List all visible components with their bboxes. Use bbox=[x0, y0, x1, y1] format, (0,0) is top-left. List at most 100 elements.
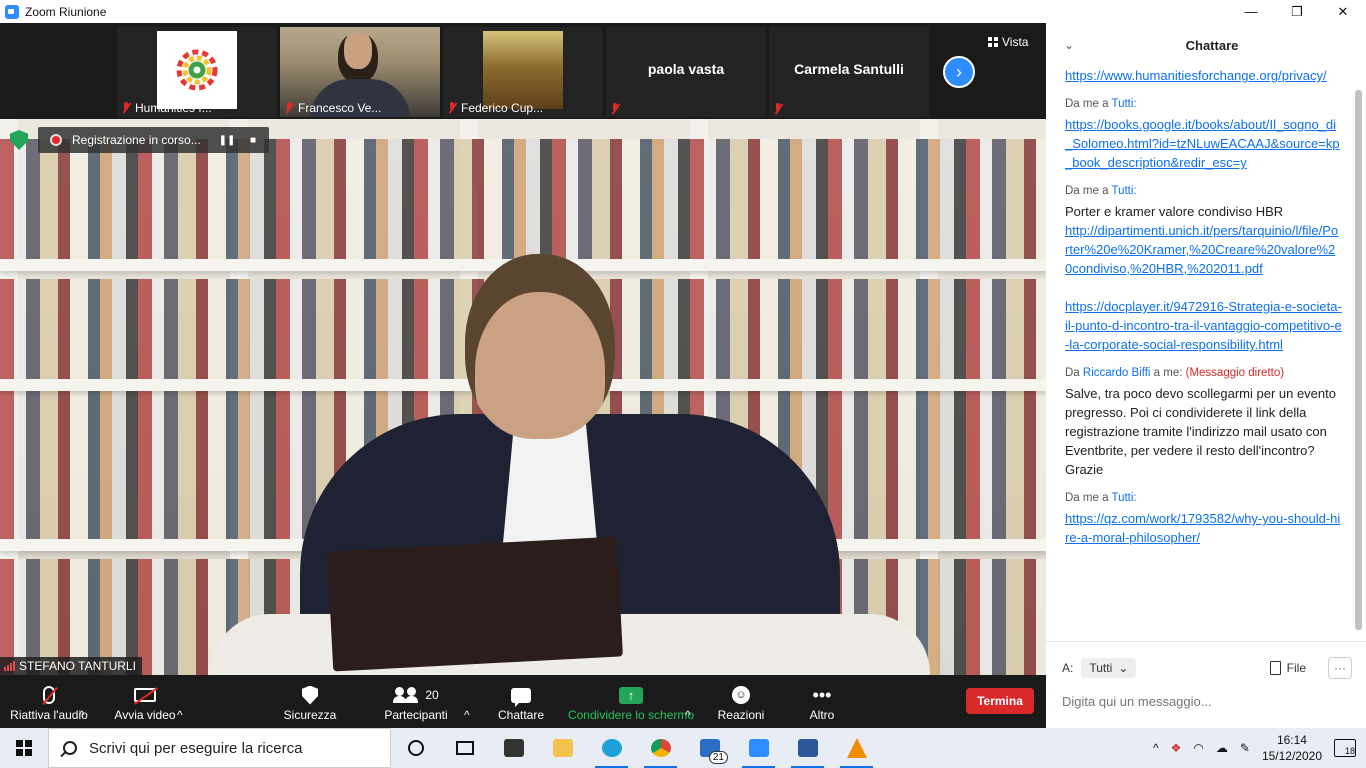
end-meeting-button[interactable]: Termina bbox=[966, 688, 1034, 714]
mail-badge: 21 bbox=[708, 751, 728, 764]
chat-messages[interactable]: https://www.humanitiesforchange.org/priv… bbox=[1046, 63, 1352, 643]
task-view-button[interactable] bbox=[440, 728, 489, 768]
participants-count: 20 bbox=[425, 688, 439, 702]
message-link[interactable]: https://www.humanitiesforchange.org/priv… bbox=[1065, 66, 1342, 85]
participant-thumb-4[interactable]: paola vasta bbox=[606, 27, 766, 117]
mic-muted-icon bbox=[284, 102, 294, 114]
meeting-stage: Humanities f... Francesco Ve... Federico… bbox=[0, 23, 1046, 675]
chevron-right-icon: › bbox=[956, 61, 962, 82]
chrome-app[interactable] bbox=[636, 728, 685, 768]
participant-photo bbox=[483, 31, 563, 109]
video-options-caret[interactable]: ^ bbox=[177, 675, 183, 728]
stop-recording-button[interactable]: ■ bbox=[243, 135, 263, 146]
active-speaker-video: Registrazione in corso... ❚❚ ■ STEFANO T… bbox=[0, 119, 1046, 675]
encryption-shield-icon[interactable] bbox=[10, 130, 28, 150]
message-meta: Da me a Tutti: bbox=[1065, 185, 1137, 197]
chat-scrollbar[interactable] bbox=[1355, 90, 1362, 630]
message-link[interactable]: https://books.google.it/books/about/Il_s… bbox=[1065, 115, 1342, 172]
onedrive-icon[interactable]: ☁ bbox=[1216, 741, 1228, 755]
edge-icon bbox=[601, 739, 622, 757]
chat-message: Da me a Tutti: https://qz.com/work/17935… bbox=[1065, 489, 1342, 547]
mail-app[interactable]: 21 bbox=[685, 728, 734, 768]
participant-display-name: Carmela Santulli bbox=[794, 61, 904, 77]
speaker-name-tag: STEFANO TANTURLI bbox=[0, 657, 142, 675]
mic-muted-icon bbox=[610, 103, 620, 115]
message-link[interactable]: https://qz.com/work/1793582/why-you-shou… bbox=[1065, 509, 1342, 547]
chat-more-button[interactable]: ··· bbox=[1328, 657, 1352, 679]
start-video-button[interactable]: Avvia video bbox=[108, 675, 182, 728]
speaker-figure bbox=[210, 254, 930, 675]
dropbox-icon[interactable]: ❖ bbox=[1171, 741, 1182, 755]
participant-name bbox=[610, 103, 620, 115]
humanities-logo-icon bbox=[176, 49, 218, 91]
taskbar-search[interactable]: Scrivi qui per eseguire la ricerca bbox=[48, 728, 391, 768]
meeting-toolbar: Riattiva l'audio ^ Avvia video ^ Sicurez… bbox=[0, 675, 1046, 728]
vlc-cone-icon bbox=[846, 738, 867, 758]
zoom-app[interactable] bbox=[734, 728, 783, 768]
system-tray: ^ ❖ ◠ ☁ ✎ 16:14 15/12/2020 18 bbox=[1153, 732, 1366, 764]
message-text: Porter e kramer valore condiviso HBR bbox=[1065, 204, 1284, 219]
reactions-button[interactable]: ☺ Reazioni bbox=[714, 675, 768, 728]
security-button[interactable]: Sicurezza bbox=[278, 675, 342, 728]
participant-thumb-2[interactable]: Francesco Ve... bbox=[280, 27, 440, 117]
minimize-button[interactable]: — bbox=[1228, 0, 1274, 23]
share-options-caret[interactable]: ^ bbox=[685, 675, 691, 728]
participants-button[interactable]: 20 Partecipanti bbox=[380, 675, 452, 728]
store-app[interactable] bbox=[489, 728, 538, 768]
participant-name: Humanities f... bbox=[121, 101, 212, 115]
share-screen-button[interactable]: ↑ Condividere lo schermo bbox=[566, 675, 696, 728]
grid-view-icon bbox=[988, 37, 998, 47]
audio-options-caret[interactable]: ^ bbox=[79, 675, 85, 728]
notification-center-button[interactable]: 18 bbox=[1334, 739, 1356, 757]
recipient-row: A: Tutti ⌄ File ··· bbox=[1062, 655, 1352, 681]
smiley-icon: ☺ bbox=[732, 686, 750, 704]
signal-strength-icon bbox=[4, 661, 15, 671]
mic-muted-icon bbox=[447, 102, 457, 114]
mic-muted-icon bbox=[121, 102, 131, 114]
more-dots-icon: ••• bbox=[812, 684, 832, 705]
search-icon bbox=[63, 741, 77, 755]
cortana-button[interactable] bbox=[391, 728, 440, 768]
message-input[interactable] bbox=[1062, 694, 1352, 709]
close-button[interactable]: ✕ bbox=[1320, 0, 1366, 23]
video-off-icon bbox=[134, 688, 156, 702]
message-link[interactable]: http://dipartimenti.unich.it/pers/tarqui… bbox=[1065, 221, 1342, 278]
file-button[interactable]: File bbox=[1269, 661, 1306, 675]
view-button[interactable]: Vista bbox=[988, 35, 1028, 49]
message-link[interactable]: https://docplayer.it/9472916-Strategia-e… bbox=[1065, 297, 1342, 354]
explorer-app[interactable] bbox=[538, 728, 587, 768]
word-app[interactable] bbox=[783, 728, 832, 768]
humanities-logo bbox=[157, 31, 237, 109]
start-button[interactable] bbox=[0, 728, 48, 768]
window-title: Zoom Riunione bbox=[25, 4, 107, 19]
next-page-button[interactable]: › bbox=[943, 56, 975, 88]
word-icon bbox=[797, 739, 818, 757]
recording-dot-icon bbox=[50, 134, 62, 146]
window-controls: — ❐ ✕ bbox=[1228, 0, 1366, 23]
chat-button[interactable]: Chattare bbox=[494, 675, 548, 728]
chat-message: Da me a Tutti: https://books.google.it/b… bbox=[1065, 95, 1342, 172]
participant-thumb-5[interactable]: Carmela Santulli bbox=[769, 27, 929, 117]
more-button[interactable]: ••• Altro bbox=[800, 675, 844, 728]
windows-logo-icon bbox=[16, 740, 32, 756]
show-hidden-icons-button[interactable]: ^ bbox=[1153, 741, 1159, 755]
chat-compose: A: Tutti ⌄ File ··· bbox=[1046, 641, 1366, 728]
participant-thumb-3[interactable]: Federico Cup... bbox=[443, 27, 603, 117]
participant-thumb-1[interactable]: Humanities f... bbox=[117, 27, 277, 117]
recipient-label: A: bbox=[1062, 661, 1074, 675]
folder-icon bbox=[552, 739, 573, 757]
recipient-dropdown[interactable]: Tutti ⌄ bbox=[1081, 658, 1137, 678]
collapse-chevron-icon[interactable]: ⌄ bbox=[1064, 38, 1074, 52]
vlc-app[interactable] bbox=[832, 728, 881, 768]
edge-app[interactable] bbox=[587, 728, 636, 768]
pen-icon[interactable]: ✎ bbox=[1240, 741, 1250, 755]
clock[interactable]: 16:14 15/12/2020 bbox=[1262, 732, 1322, 764]
pause-recording-button[interactable]: ❚❚ bbox=[217, 135, 237, 146]
maximize-button[interactable]: ❐ bbox=[1274, 0, 1320, 23]
participants-icon bbox=[393, 687, 419, 703]
chat-panel: ⌄ Chattare https://www.humanitiesforchan… bbox=[1046, 23, 1366, 728]
file-icon bbox=[1269, 661, 1281, 675]
chrome-icon bbox=[650, 739, 671, 757]
participants-options-caret[interactable]: ^ bbox=[464, 675, 470, 728]
wifi-icon[interactable]: ◠ bbox=[1193, 741, 1203, 755]
